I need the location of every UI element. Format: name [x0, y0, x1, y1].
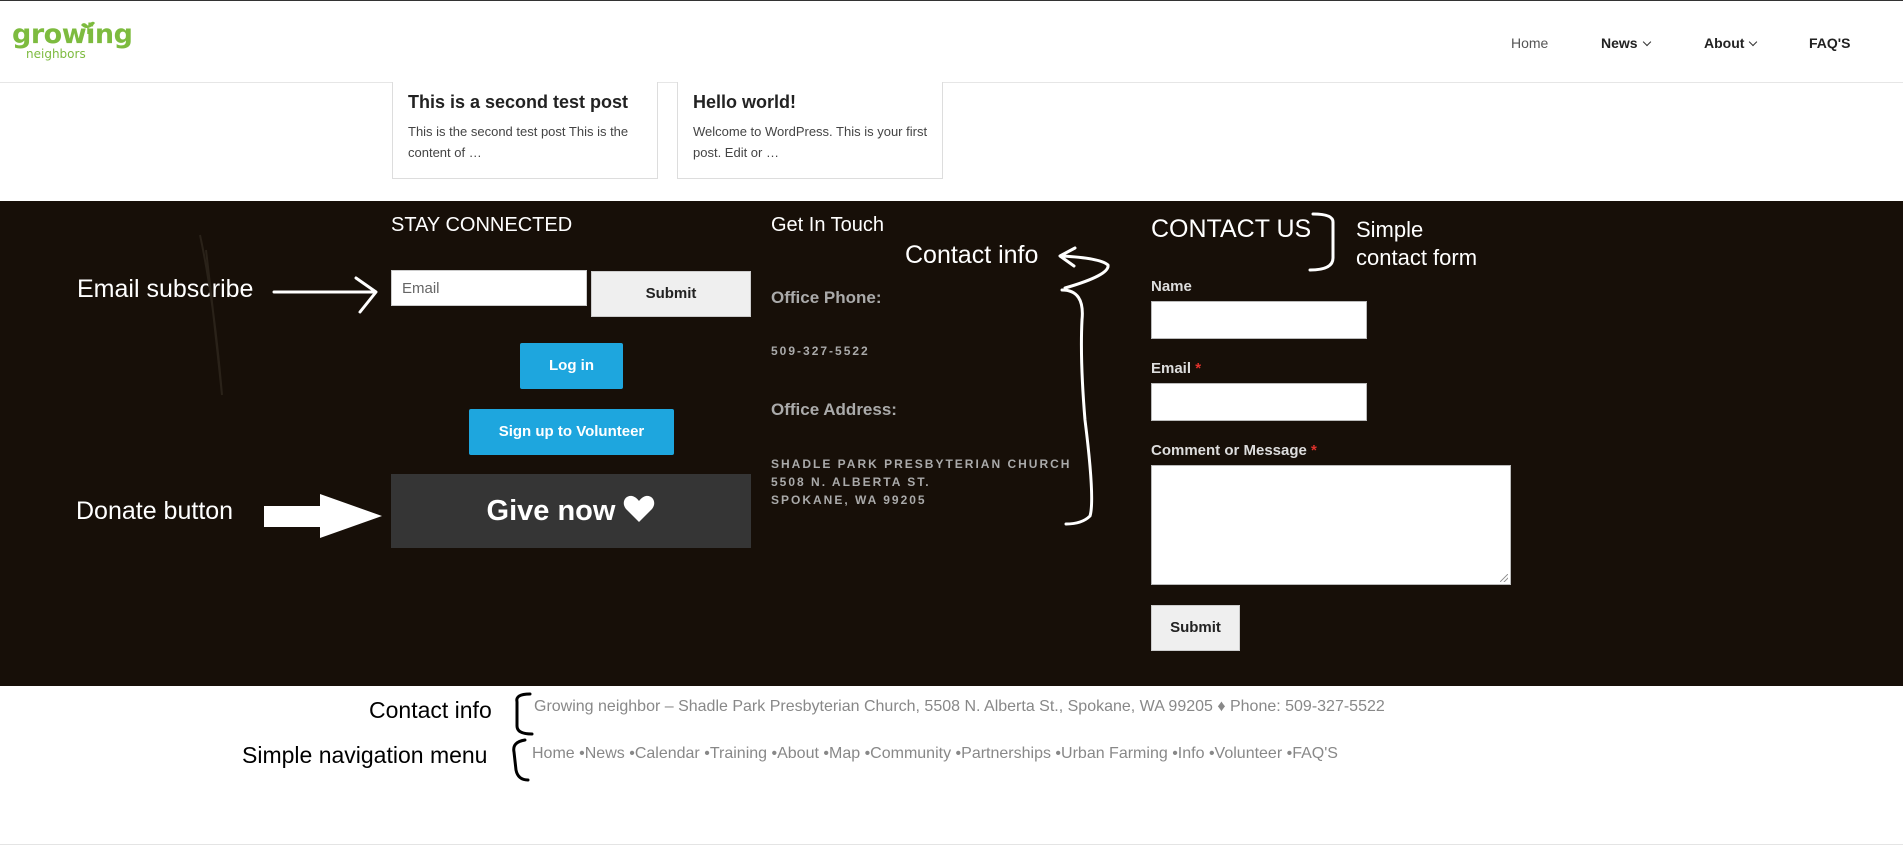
- subscribe-submit-button[interactable]: Submit: [591, 271, 751, 317]
- sprout-icon: [81, 21, 95, 34]
- contact-us-title: CONTACT US: [1151, 215, 1312, 243]
- volunteer-button[interactable]: Sign up to Volunteer: [469, 409, 674, 455]
- footer-nav-item[interactable]: Map: [823, 745, 860, 762]
- nav-faqs[interactable]: FAQ'S: [1809, 35, 1850, 51]
- footer-nav-item[interactable]: Urban Farming: [1055, 745, 1167, 762]
- footer-nav-item[interactable]: Calendar: [629, 745, 700, 762]
- footer-widgets: [0, 201, 1903, 686]
- footer-nav-item[interactable]: News: [579, 745, 625, 762]
- annotation-donate-button: Donate button: [76, 497, 234, 525]
- footer-nav-item[interactable]: Training: [704, 745, 767, 762]
- footer-contact-line: Growing neighbor – Shadle Park Presbyter…: [534, 698, 1385, 715]
- chevron-down-icon: [1642, 37, 1651, 47]
- annotation-email-subscribe: Email subscribe: [77, 275, 254, 303]
- message-label: Comment or Message *: [1151, 442, 1317, 459]
- login-button[interactable]: Log in: [520, 343, 623, 389]
- email-label-text: Email: [1151, 360, 1192, 377]
- address-line: SHADLE PARK PRESBYTERIAN CHURCH: [771, 457, 1072, 471]
- heart-icon: [624, 496, 655, 523]
- footer-nav: Home News Calendar Training About Map Co…: [532, 745, 1338, 763]
- get-in-touch-title: Get In Touch: [771, 214, 885, 236]
- post-title[interactable]: Hello world!: [693, 92, 796, 113]
- annotation-contact-info: Contact info: [905, 241, 1039, 269]
- required-marker: *: [1195, 360, 1202, 377]
- resize-grip-icon[interactable]: [1500, 574, 1508, 582]
- footer-nav-item[interactable]: Community: [865, 745, 952, 762]
- annotation-contact-info-bottom: Contact info: [369, 697, 492, 723]
- nav-about-label: About: [1704, 35, 1745, 51]
- required-marker: *: [1311, 442, 1317, 459]
- post-title[interactable]: This is a second test post: [408, 92, 628, 113]
- footer-nav-item[interactable]: Partnerships: [956, 745, 1051, 762]
- annotation-navigation-menu: Simple navigation menu: [242, 742, 488, 768]
- nav-about[interactable]: About: [1704, 35, 1758, 51]
- main-nav: Home News About FAQ'S: [0, 35, 1903, 55]
- address-line: SPOKANE, WA 99205: [771, 493, 927, 507]
- footer-nav-item[interactable]: Info: [1172, 745, 1204, 762]
- office-phone-label: Office Phone:: [771, 288, 882, 307]
- post-excerpt: Welcome to WordPress. This is your first…: [693, 124, 928, 160]
- nav-news[interactable]: News: [1601, 35, 1651, 51]
- office-address-label: Office Address:: [771, 400, 897, 419]
- give-now-label: Give now: [486, 495, 616, 527]
- name-label-text: Name: [1151, 278, 1192, 295]
- footer-nav-item[interactable]: Home: [532, 745, 575, 762]
- nav-home[interactable]: Home: [1511, 35, 1548, 51]
- post-card[interactable]: This is a second test post This is the s…: [392, 82, 658, 179]
- contact-submit-button[interactable]: Submit: [1151, 605, 1240, 651]
- stay-connected-title: STAY CONNECTED: [391, 214, 573, 236]
- annotation-simple-contact-form: contact form: [1356, 245, 1478, 270]
- name-label: Name: [1151, 278, 1192, 295]
- site-header: growing neighbors Home News About FAQ'S: [0, 1, 1903, 83]
- bottom-divider: [0, 844, 1903, 845]
- chevron-down-icon: [1749, 37, 1758, 47]
- contact-message-textarea[interactable]: [1151, 465, 1511, 585]
- give-now-button[interactable]: Give now: [391, 474, 751, 548]
- email-label: Email *: [1151, 360, 1201, 377]
- nav-news-label: News: [1601, 35, 1638, 51]
- footer-nav-item[interactable]: About: [772, 745, 819, 762]
- subscribe-email-input[interactable]: [391, 270, 587, 306]
- contact-email-input[interactable]: [1151, 383, 1367, 421]
- post-card[interactable]: Hello world! Welcome to WordPress. This …: [677, 82, 943, 179]
- address-line: 5508 N. ALBERTA ST.: [771, 475, 931, 489]
- message-label-text: Comment or Message: [1151, 442, 1307, 459]
- office-phone: 509-327-5522: [771, 344, 870, 358]
- footer-nav-item[interactable]: Volunteer: [1209, 745, 1282, 762]
- contact-name-input[interactable]: [1151, 301, 1367, 339]
- annotation-simple-contact-form: Simple: [1356, 217, 1424, 242]
- post-excerpt: This is the second test post This is the…: [408, 124, 629, 160]
- footer-nav-item[interactable]: FAQ'S: [1287, 745, 1338, 762]
